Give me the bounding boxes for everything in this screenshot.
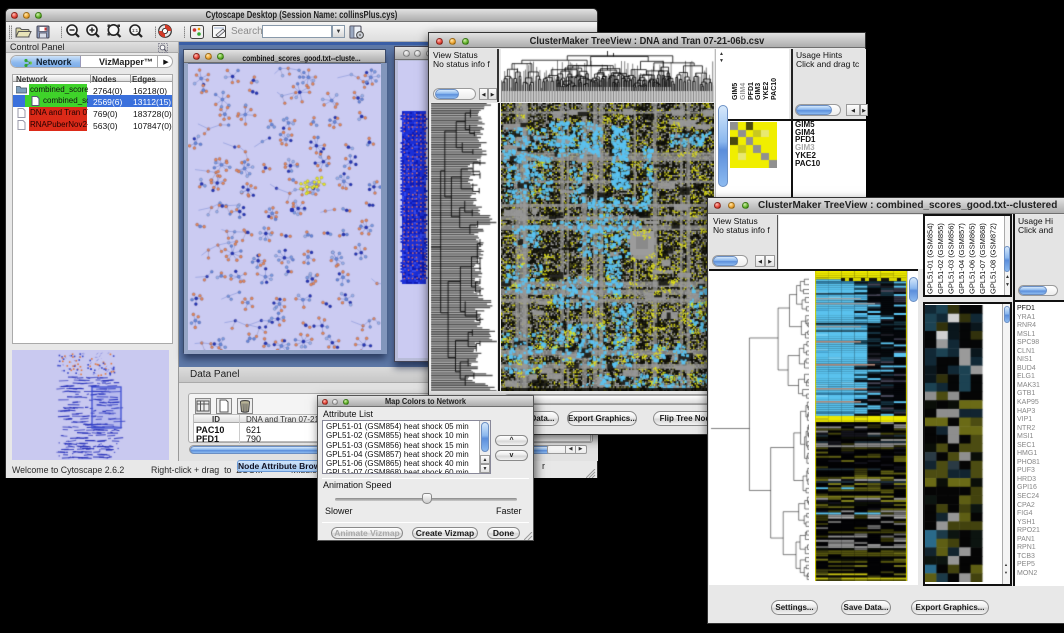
svg-text:GPL51-03 (GSM856): GPL51-03 (GSM856) — [947, 223, 956, 294]
svg-text:GIM5: GIM5 — [732, 83, 739, 100]
svg-text:GPL51-01 (GSM854): GPL51-01 (GSM854) — [926, 223, 935, 294]
svg-text:GIM3: GIM3 — [755, 83, 762, 100]
svg-text:GPL51-07 (GSM868): GPL51-07 (GSM868) — [978, 223, 987, 294]
svg-text:YKE2: YKE2 — [763, 82, 770, 100]
svg-text:GPL51-08 (GSM872): GPL51-08 (GSM872) — [989, 223, 998, 294]
svg-text:GIM4: GIM4 — [740, 83, 747, 100]
svg-text:GPL51-06 (GSM865): GPL51-06 (GSM865) — [968, 223, 977, 294]
svg-text:PFD1: PFD1 — [748, 82, 755, 100]
svg-text:1:1: 1:1 — [132, 28, 139, 33]
svg-text:GPL51-04 (GSM857): GPL51-04 (GSM857) — [957, 223, 966, 294]
svg-text:GPL51-02 (GSM855): GPL51-02 (GSM855) — [936, 223, 945, 294]
svg-text:PAC10: PAC10 — [771, 78, 778, 100]
